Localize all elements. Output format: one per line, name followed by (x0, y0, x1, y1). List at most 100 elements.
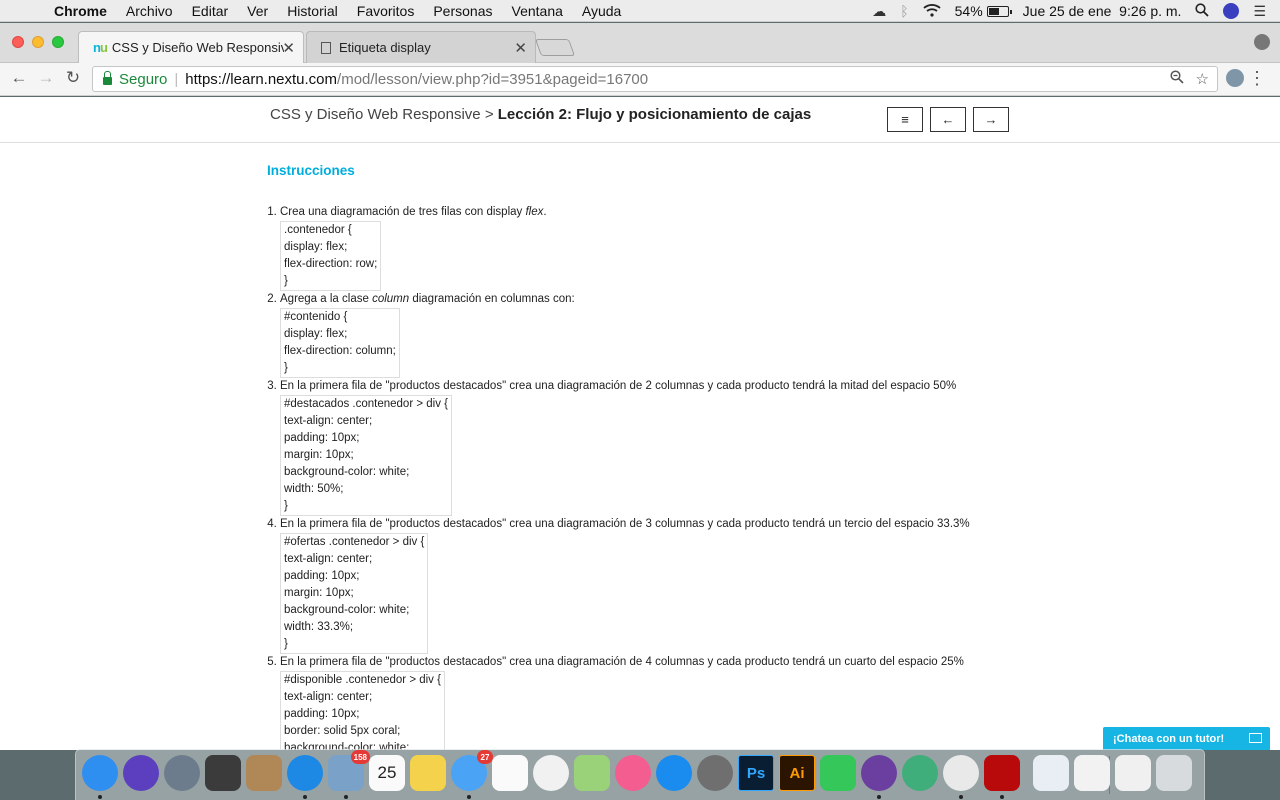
fullscreen-window-button[interactable] (52, 36, 64, 48)
url-path: /mod/lesson/view.php?id=3951&pageid=1670… (337, 70, 649, 88)
menu-ver[interactable]: Ver (247, 3, 268, 19)
wifi-icon[interactable] (923, 3, 941, 20)
macos-dock: 158 25 27 Ps Ai (75, 749, 1205, 800)
step-text: Crea una diagramación de tres filas con … (280, 206, 526, 218)
chrome-menu-icon[interactable]: ⋮ (1248, 68, 1266, 89)
breadcrumb-course-link[interactable]: CSS y Diseño Web Responsive > (270, 106, 494, 123)
macos-menubar: Chrome Archivo Editar Ver Historial Favo… (0, 0, 1280, 22)
close-window-button[interactable] (12, 36, 24, 48)
screenshot-thumb-1-icon[interactable] (1033, 755, 1069, 791)
trash-icon[interactable] (1156, 755, 1192, 791)
appstore-icon[interactable] (656, 755, 692, 791)
lesson-content: Instrucciones Crea una diagramación de t… (267, 163, 1027, 750)
bookmark-star-icon[interactable]: ☆ (1196, 70, 1209, 88)
creative-cloud-icon[interactable]: ☁ (872, 3, 886, 20)
menu-ayuda[interactable]: Ayuda (582, 3, 621, 19)
back-button[interactable]: ← (8, 68, 30, 88)
code-line: text-align: center; (284, 415, 373, 427)
notification-badge: 158 (350, 750, 370, 764)
steps-list: Crea una diagramación de tres filas con … (267, 204, 1027, 750)
acrobat-icon[interactable] (984, 755, 1020, 799)
lock-icon (103, 71, 112, 85)
running-indicator (467, 795, 471, 799)
forward-button[interactable]: → (35, 68, 57, 88)
github-icon[interactable] (861, 755, 897, 799)
screenshot-thumb-2-icon[interactable] (1074, 755, 1110, 791)
menu-archivo[interactable]: Archivo (126, 3, 173, 19)
code-line: flex-direction: row; (284, 258, 378, 270)
lesson-menu-button[interactable]: ≡ (887, 107, 923, 132)
step-item: Agrega a la clase column diagramación en… (280, 291, 1027, 378)
code-line: padding: 10px; (284, 708, 360, 720)
spotlight-search-icon[interactable] (1195, 2, 1210, 20)
step-item: En la primera fila de "productos destaca… (280, 516, 1027, 654)
running-indicator (959, 795, 963, 799)
tab-close-icon[interactable]: ✕ (514, 39, 527, 57)
menu-historial[interactable]: Historial (287, 3, 338, 19)
step-text: Agrega a la clase (280, 293, 373, 305)
menu-editar[interactable]: Editar (192, 3, 229, 19)
bluetooth-icon[interactable]: ᛒ (900, 3, 908, 19)
profile-icon[interactable] (1254, 34, 1270, 50)
menu-personas[interactable]: Personas (433, 3, 492, 19)
photos-icon[interactable] (533, 755, 569, 791)
calendar-label: 25 (377, 763, 397, 782)
address-bar[interactable]: Seguro | https://learn.nextu.com /mod/le… (92, 66, 1218, 92)
maps-icon[interactable] (574, 755, 610, 791)
lesson-header: CSS y Diseño Web Responsive > Lección 2:… (0, 97, 1280, 143)
code-block: #ofertas .contenedor > div { text-align: … (280, 533, 429, 654)
running-indicator (344, 795, 348, 799)
notes-icon[interactable] (410, 755, 446, 791)
menu-ventana[interactable]: Ventana (512, 3, 563, 19)
tab-etiqueta-display[interactable]: Etiqueta display ✕ (306, 31, 536, 63)
new-tab-button[interactable] (534, 39, 576, 56)
photoshop-icon[interactable]: Ps (738, 755, 774, 791)
prev-page-button[interactable]: ← (930, 107, 966, 132)
siri-icon[interactable] (123, 755, 159, 791)
launchpad-icon[interactable] (164, 755, 200, 791)
step-text-after: diagramación en columnas con: (409, 293, 575, 305)
battery-percent: 54% (954, 3, 983, 19)
system-preferences-icon[interactable] (697, 755, 733, 791)
step-text-after: . (543, 206, 547, 218)
code-line: text-align: center; (284, 553, 373, 565)
atom-icon[interactable] (902, 755, 938, 791)
code-line: border: solid 5px coral; (284, 725, 401, 737)
zoom-icon[interactable] (1169, 70, 1184, 88)
code-block: #contenido {display: flex; flex-direction… (280, 308, 400, 378)
menubar-clock[interactable]: Jue 25 de ene 9:26 p. m. (1023, 3, 1182, 19)
itunes-icon[interactable] (615, 755, 651, 791)
notification-center-icon[interactable]: ☰ (1253, 3, 1266, 20)
mail-icon[interactable]: 158 (328, 750, 370, 799)
dashboard-icon[interactable] (205, 755, 241, 791)
minimize-window-button[interactable] (32, 36, 44, 48)
finder-icon[interactable] (82, 755, 118, 799)
code-line: #ofertas .contenedor > div { (284, 536, 425, 548)
facetime-icon[interactable] (820, 755, 856, 791)
menu-app-name[interactable]: Chrome (54, 3, 107, 19)
step-text: En la primera fila de "productos destaca… (280, 656, 964, 668)
next-page-button[interactable]: → (973, 107, 1009, 132)
battery-indicator[interactable]: 54% (954, 3, 1012, 19)
chrome-icon[interactable] (943, 755, 979, 799)
chat-tutor-label: ¡Chatea con un tutor! (1113, 732, 1225, 745)
reload-button[interactable]: ↻ (62, 68, 84, 88)
code-line: } (284, 362, 288, 374)
notes-folder-icon[interactable] (246, 755, 282, 791)
messages-icon[interactable]: 27 (451, 750, 493, 799)
safari-icon[interactable] (287, 755, 323, 799)
code-block: .contenedor {display: flex; flex-directio… (280, 221, 382, 291)
reminders-icon[interactable] (492, 755, 528, 791)
extension-icon[interactable] (1226, 69, 1244, 87)
downloads-stack-icon[interactable] (1115, 755, 1151, 791)
illustrator-icon[interactable]: Ai (779, 755, 815, 791)
tab-css-diseno[interactable]: nu CSS y Diseño Web Responsive ✕ (78, 31, 304, 63)
menu-favoritos[interactable]: Favoritos (357, 3, 415, 19)
siri-menubar-icon[interactable] (1223, 3, 1240, 19)
tab-title: Etiqueta display (339, 40, 431, 55)
illustrator-label: Ai (789, 764, 805, 782)
tab-close-icon[interactable]: ✕ (282, 39, 295, 57)
code-line: width: 33.3%; (284, 621, 354, 633)
chat-tutor-button[interactable]: ¡Chatea con un tutor! (1103, 727, 1270, 750)
calendar-icon[interactable]: 25 (369, 755, 405, 791)
